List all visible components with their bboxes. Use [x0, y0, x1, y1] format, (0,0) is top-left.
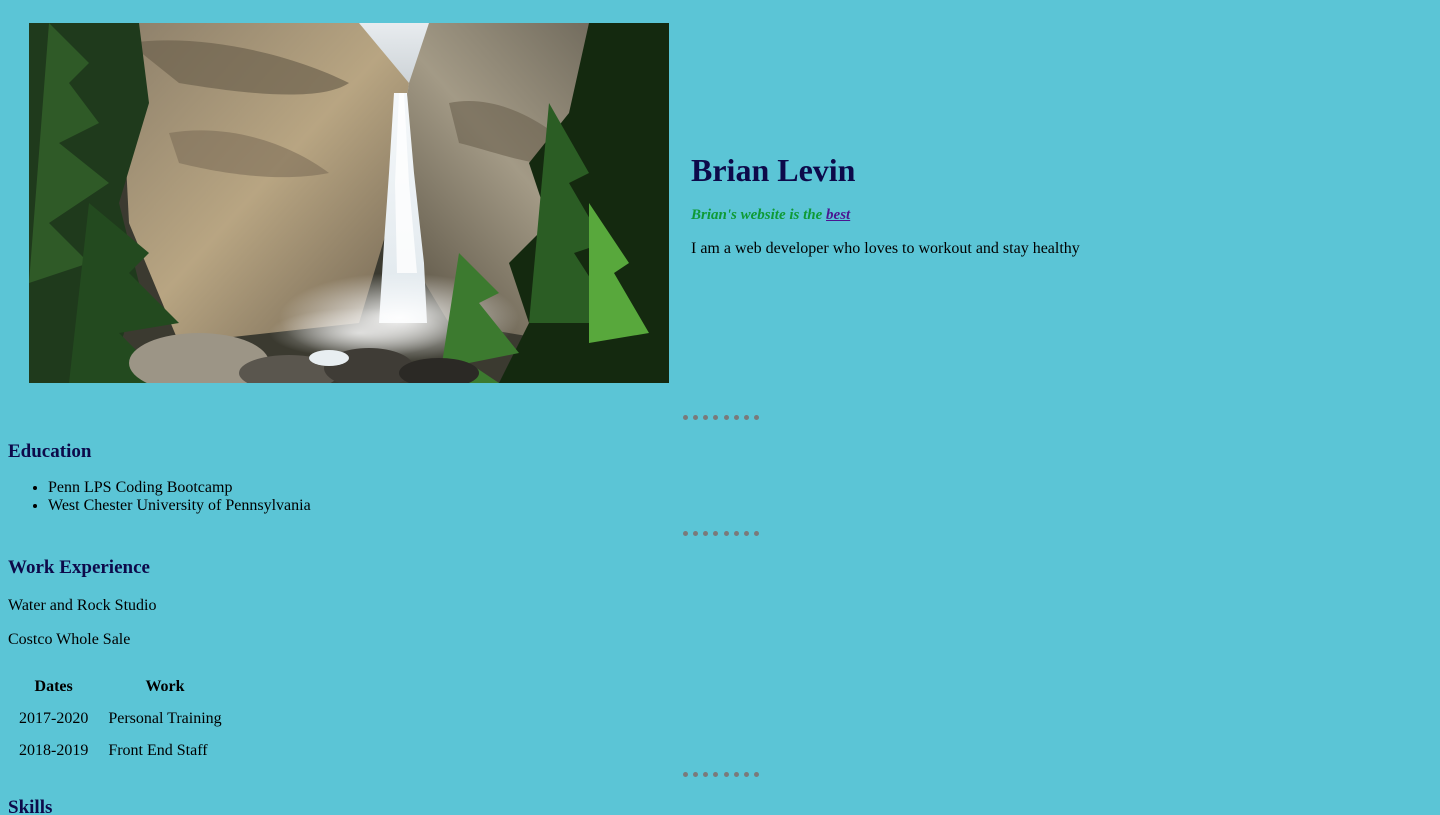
column-header-dates: Dates: [34, 678, 73, 695]
divider: [683, 531, 759, 537]
education-heading: Education: [8, 441, 92, 462]
page-title: Brian Levin: [691, 152, 856, 188]
list-item: Penn LPS Coding Bootcamp: [48, 479, 311, 497]
divider: [683, 415, 759, 421]
date-cell: 2017-2020: [19, 710, 89, 727]
table-row: 2018-2019 Front End Staff: [10, 736, 231, 766]
tagline-text: Brian's website is the: [691, 207, 827, 223]
table-row: 2017-2020 Personal Training: [10, 704, 231, 734]
skills-heading: Skills: [8, 797, 53, 815]
education-list: Penn LPS Coding Bootcamp West Chester Un…: [8, 479, 311, 515]
best-link[interactable]: best: [826, 207, 850, 223]
work-item: Costco Whole Sale: [8, 631, 131, 648]
list-item: West Chester University of Pennsylvania: [48, 497, 311, 515]
date-cell: 2018-2019: [19, 742, 89, 759]
hero-text: Brian Levin Brian's website is the best …: [691, 150, 1391, 259]
table-header-row: Dates Work: [10, 672, 231, 702]
work-cell: Front End Staff: [108, 742, 208, 759]
page: Brian Levin Brian's website is the best …: [0, 0, 1440, 815]
intro-text: I am a web developer who loves to workou…: [691, 240, 1080, 257]
work-cell: Personal Training: [108, 710, 222, 727]
column-header-work: Work: [145, 678, 185, 695]
tagline: Brian's website is the best: [691, 205, 1391, 225]
work-experience-heading: Work Experience: [8, 557, 150, 578]
divider: [683, 772, 759, 778]
waterfall-image: [29, 23, 669, 383]
work-item: Water and Rock Studio: [8, 597, 157, 614]
work-table: Dates Work 2017-2020 Personal Training 2…: [8, 670, 233, 768]
